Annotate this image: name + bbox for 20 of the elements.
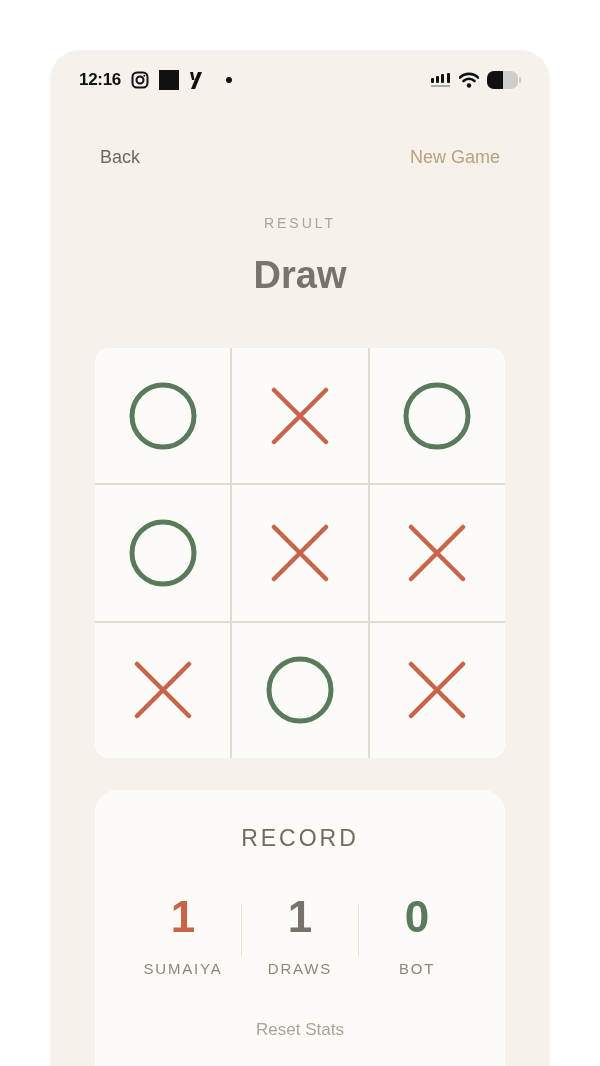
- wifi-icon: [459, 72, 479, 88]
- notification-dot-icon: [226, 77, 232, 83]
- back-link[interactable]: Back: [100, 145, 141, 169]
- square-icon: [159, 70, 179, 90]
- stat-value: 1: [287, 892, 313, 942]
- stat-value: 1: [170, 892, 196, 942]
- record-title: RECORD: [241, 824, 359, 852]
- camera-icon: [131, 71, 149, 89]
- stat-label: BOT: [398, 960, 436, 978]
- result-value: Draw: [253, 253, 347, 297]
- reset-stats-link[interactable]: Reset Stats: [256, 1020, 344, 1040]
- battery-icon: [487, 71, 521, 89]
- stat-label: DRAWS: [267, 960, 333, 978]
- slanted-strokes-icon: [189, 71, 202, 89]
- status-time: 12:16: [79, 70, 121, 90]
- stat-value: 0: [404, 892, 430, 942]
- new-game-link[interactable]: New Game: [409, 145, 500, 169]
- stat-label: SUMAIYA: [143, 960, 223, 978]
- signal-icon: [431, 73, 451, 87]
- result-label: RESULT: [263, 214, 337, 232]
